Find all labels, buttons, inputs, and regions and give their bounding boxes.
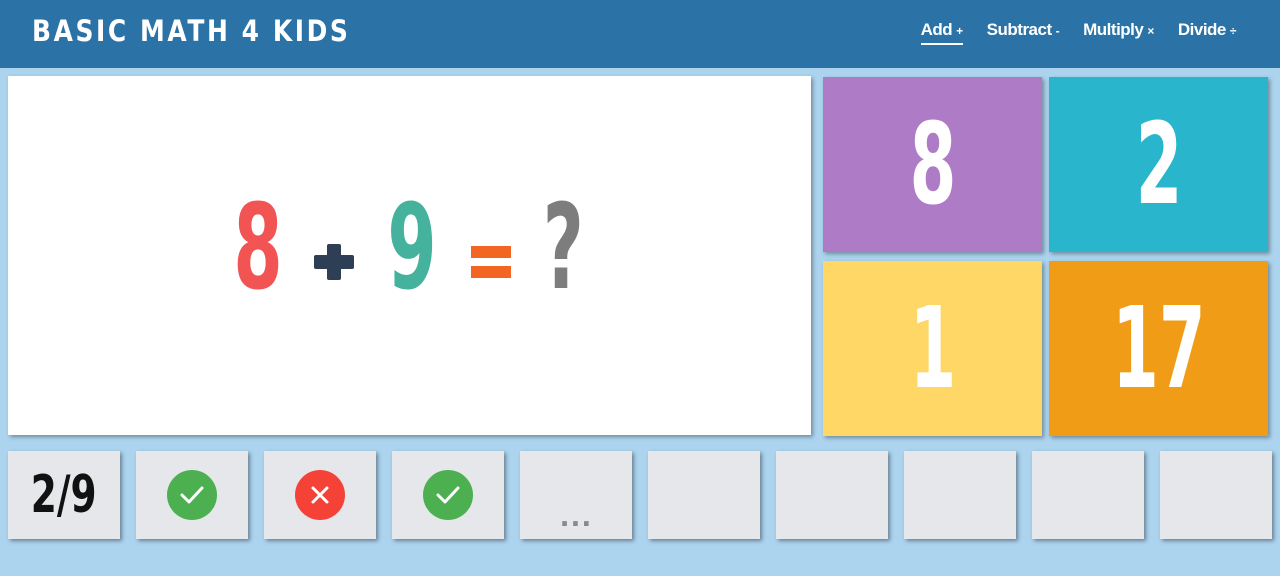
result-tile-1 — [136, 451, 248, 539]
check-icon — [423, 470, 473, 520]
answer-option-1[interactable]: 8 — [823, 77, 1042, 252]
result-tile-3 — [392, 451, 504, 539]
answer-option-1-value: 8 — [909, 99, 956, 230]
unknown-answer: ? — [523, 188, 603, 306]
app-title: BASIC MATH 4 KIDS — [32, 14, 351, 48]
operand-a: 8 — [213, 188, 303, 306]
check-icon — [167, 470, 217, 520]
equals-icon — [471, 240, 511, 282]
plus-icon — [314, 244, 354, 280]
pending-indicator: ... — [559, 503, 593, 533]
nav-multiply[interactable]: Multiply × — [1083, 20, 1154, 45]
result-tile-empty — [776, 451, 888, 539]
nav-divide-label: Divide — [1177, 20, 1227, 39]
score-counter: 2/9 — [8, 451, 120, 539]
result-tile-current: ... — [520, 451, 632, 539]
nav-add-label: Add — [920, 20, 953, 39]
answer-option-2[interactable]: 2 — [1049, 77, 1268, 252]
nav-subtract-symbol: - — [1055, 24, 1060, 38]
operation-nav: Add + Subtract - Multiply × Divide ÷ — [920, 20, 1237, 45]
nav-add[interactable]: Add + — [920, 20, 963, 45]
header-bar: BASIC MATH 4 KIDS Add + Subtract - Multipl… — [0, 0, 1280, 68]
answer-option-3-value: 1 — [909, 283, 956, 414]
nav-divide[interactable]: Divide ÷ — [1177, 20, 1237, 45]
operand-a-value: 8 — [233, 178, 283, 316]
nav-divide-symbol: ÷ — [1229, 24, 1237, 38]
result-tile-empty — [1032, 451, 1144, 539]
result-tile-empty — [1160, 451, 1272, 539]
answer-option-4-value: 17 — [1111, 283, 1206, 414]
nav-add-symbol: + — [956, 24, 963, 38]
nav-multiply-label: Multiply — [1083, 20, 1144, 39]
nav-subtract[interactable]: Subtract - — [986, 20, 1060, 45]
answer-option-4[interactable]: 17 — [1049, 261, 1268, 436]
question-panel: 8 9 ? — [8, 76, 811, 435]
operand-b-value: 9 — [387, 178, 437, 316]
score-text: 2/9 — [31, 465, 97, 525]
answer-option-3[interactable]: 1 — [823, 261, 1042, 436]
operand-b: 9 — [367, 188, 457, 306]
unknown-answer-mark: ? — [542, 178, 584, 316]
nav-multiply-symbol: × — [1147, 24, 1154, 38]
result-tile-2 — [264, 451, 376, 539]
x-icon — [295, 470, 345, 520]
result-tile-empty — [904, 451, 1016, 539]
nav-subtract-label: Subtract — [986, 20, 1052, 39]
answer-option-2-value: 2 — [1135, 99, 1182, 230]
result-tile-empty — [648, 451, 760, 539]
